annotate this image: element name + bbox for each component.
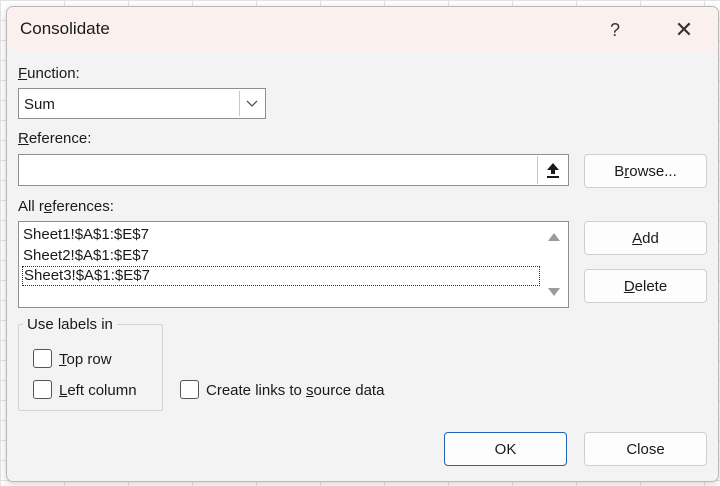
browse-button[interactable]: Br owse... — [584, 154, 707, 188]
delete-button[interactable]: Delete — [584, 269, 707, 303]
all-references-list[interactable]: Sheet1!$A$1:$E$7 Sheet2!$A$1:$E$7 Sheet3… — [18, 221, 569, 308]
reference-label: Reference: — [18, 130, 92, 147]
function-dropdown[interactable]: Sum — [18, 88, 266, 119]
close-icon[interactable]: ✕ — [662, 11, 706, 49]
title-bar: Consolidate ? ✕ — [7, 7, 718, 51]
add-button[interactable]: Add — [584, 221, 707, 255]
top-row-checkbox[interactable] — [33, 349, 52, 368]
list-item[interactable]: Sheet1!$A$1:$E$7 — [22, 225, 540, 245]
create-links-checkbox[interactable] — [180, 380, 199, 399]
list-item-selected[interactable]: Sheet3!$A$1:$E$7 — [22, 266, 540, 286]
function-label: Function: — [18, 65, 80, 82]
all-references-label: All references: — [18, 198, 114, 215]
top-row-label[interactable]: Top row — [59, 351, 112, 368]
use-labels-title: Use labels in — [23, 316, 117, 333]
scroll-up-icon[interactable] — [548, 233, 560, 241]
chevron-down-icon[interactable] — [239, 91, 263, 116]
left-column-checkbox[interactable] — [33, 380, 52, 399]
dialog-title: Consolidate — [20, 19, 110, 38]
consolidate-dialog: Consolidate ? ✕ Function: Sum Reference:… — [6, 6, 719, 482]
left-column-label[interactable]: Left column — [59, 382, 137, 399]
reference-input[interactable] — [18, 154, 569, 186]
list-item[interactable]: Sheet2!$A$1:$E$7 — [22, 246, 540, 266]
ok-button[interactable]: OK — [444, 432, 567, 466]
help-button[interactable]: ? — [593, 11, 637, 49]
create-links-label[interactable]: Create links to source data — [206, 382, 384, 399]
scroll-down-icon[interactable] — [548, 288, 560, 296]
close-button[interactable]: Close — [584, 432, 707, 466]
collapse-dialog-icon[interactable] — [537, 156, 567, 184]
function-selected-value: Sum — [24, 96, 55, 113]
